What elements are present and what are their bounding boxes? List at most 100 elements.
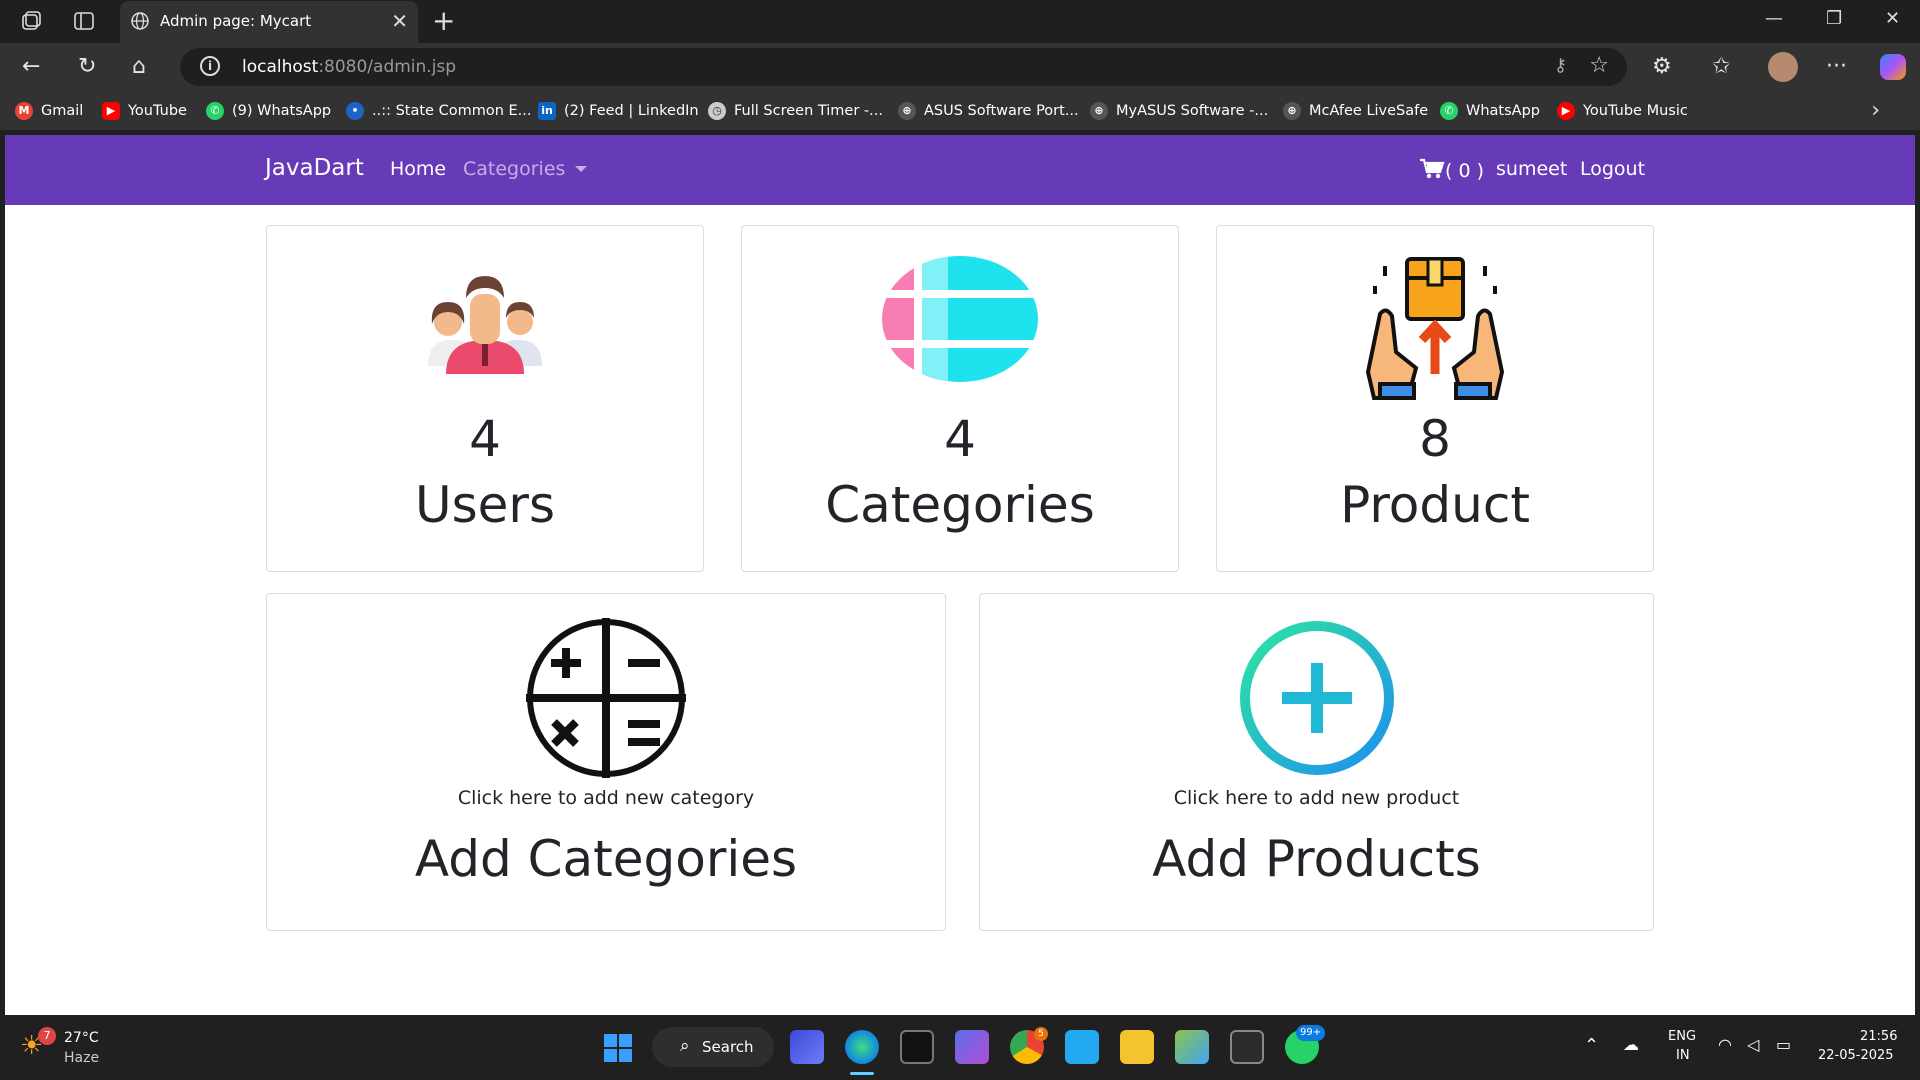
- favorites-icon[interactable]: ✩: [1712, 54, 1730, 79]
- wifi-icon[interactable]: ◠: [1718, 1035, 1732, 1054]
- weather-temp: 27°C: [64, 1030, 99, 1046]
- site-navbar: JavaDart Home Categories ( 0 ) sumeet Lo…: [5, 135, 1915, 205]
- categories-label: Categories: [825, 476, 1095, 534]
- file-explorer-icon[interactable]: [1120, 1030, 1154, 1064]
- bookmark-whatsapp-2[interactable]: ✆ WhatsApp: [1440, 102, 1540, 120]
- copilot-app-icon[interactable]: [955, 1030, 989, 1064]
- bookmarks-bar: M Gmail ▶ YouTube ✆ (9) WhatsApp •..:: Stat…: [0, 92, 1920, 130]
- add-products-card[interactable]: Click here to add new product Add Produc…: [979, 593, 1654, 931]
- nav-logout[interactable]: Logout: [1580, 158, 1645, 180]
- windows-taskbar: ☀ 7 27°C Haze ⌕ Search 5 99+ ⌃ ☁ ENG IN …: [0, 1015, 1920, 1080]
- minimize-icon[interactable]: —: [1765, 8, 1783, 29]
- caret-down-icon: [575, 166, 588, 172]
- users-icon: [428, 257, 542, 374]
- search-icon: ⌕: [680, 1036, 690, 1056]
- youtube-icon: ▶: [102, 102, 120, 120]
- edge-browser-icon[interactable]: [845, 1030, 879, 1064]
- back-icon[interactable]: ←: [22, 54, 40, 79]
- nav-username[interactable]: sumeet: [1496, 158, 1567, 180]
- add-plus-circle-icon: [1239, 621, 1394, 775]
- add-category-hint: Click here to add new category: [457, 787, 755, 809]
- add-categories-label: Add Categories: [414, 830, 798, 888]
- cart-icon: [1420, 158, 1445, 179]
- volume-icon[interactable]: ◁: [1747, 1035, 1759, 1054]
- clock-date[interactable]: 22-05-2025: [1818, 1048, 1894, 1063]
- favorite-star-icon[interactable]: ☆: [1589, 53, 1609, 78]
- battery-icon[interactable]: ▭: [1776, 1035, 1791, 1054]
- browser-titlebar: Admin page: Mycart ✕ + — ❐ ✕: [0, 0, 1920, 43]
- weather-badge: 7: [38, 1027, 56, 1045]
- state-common-icon: •: [346, 102, 364, 120]
- bookmark-state-common[interactable]: •..:: State Common E...: [346, 102, 532, 120]
- weather-widget[interactable]: ☀ 7: [20, 1027, 56, 1065]
- nav-cart[interactable]: ( 0 ): [1419, 158, 1484, 182]
- new-tab-icon[interactable]: +: [432, 4, 455, 37]
- command-prompt-icon[interactable]: [1230, 1030, 1264, 1064]
- active-indicator: [850, 1072, 874, 1075]
- restore-icon[interactable]: ❐: [1826, 8, 1842, 29]
- chevron-up-icon[interactable]: ⌃: [1584, 1035, 1599, 1056]
- chevron-right-icon[interactable]: ›: [1871, 98, 1880, 123]
- whatsapp-badge: 99+: [1296, 1025, 1326, 1041]
- site-info-icon[interactable]: i: [200, 56, 220, 76]
- users-count: 4: [469, 410, 501, 468]
- globe-icon: [131, 12, 149, 30]
- refresh-icon[interactable]: ↻: [78, 54, 96, 79]
- language-top[interactable]: ENG: [1668, 1029, 1696, 1044]
- tab-active[interactable]: Admin page: Mycart ✕: [120, 1, 418, 43]
- terminal-window-icon[interactable]: [900, 1030, 934, 1064]
- categories-list-icon: [882, 256, 1038, 382]
- bookmark-youtube-music[interactable]: ▶ YouTube Music: [1557, 102, 1688, 120]
- taskbar-search[interactable]: ⌕ Search: [652, 1027, 774, 1067]
- add-products-label: Add Products: [1152, 830, 1481, 888]
- language-bottom[interactable]: IN: [1676, 1048, 1690, 1063]
- bookmark-linkedin[interactable]: in (2) Feed | LinkedIn: [538, 102, 699, 120]
- copilot-icon[interactable]: [1880, 54, 1906, 80]
- tab-actions-icon[interactable]: [73, 10, 95, 32]
- bookmark-myasus[interactable]: ⊕ MyASUS Software -...: [1090, 102, 1268, 120]
- linkedin-icon: in: [538, 102, 556, 120]
- password-key-icon[interactable]: ⚷: [1554, 55, 1567, 76]
- address-bar[interactable]: i localhost:8080/admin.jsp ⚷ ☆: [180, 48, 1627, 86]
- url-text[interactable]: localhost:8080/admin.jsp: [242, 57, 456, 77]
- bookmark-mcafee[interactable]: ⊕ McAfee LiveSafe: [1283, 102, 1428, 120]
- nav-home[interactable]: Home: [390, 158, 446, 180]
- more-menu-icon[interactable]: ···: [1826, 54, 1847, 79]
- product-delivery-icon: [1365, 257, 1505, 400]
- gmail-icon: M: [15, 102, 33, 120]
- timer-icon: ◷: [708, 102, 726, 120]
- browser-toolbar: ← ↻ ⌂ i localhost:8080/admin.jsp ⚷ ☆ ⚙ ✩…: [0, 43, 1920, 92]
- globe-icon: ⊕: [1090, 102, 1108, 120]
- products-count: 8: [1419, 410, 1451, 468]
- categories-count: 4: [944, 410, 976, 468]
- nav-categories-dropdown[interactable]: Categories: [463, 158, 588, 180]
- add-categories-card[interactable]: Click here to add new category Add Categ…: [266, 593, 946, 931]
- bookmark-whatsapp[interactable]: ✆ (9) WhatsApp: [206, 102, 331, 120]
- app-icon[interactable]: [790, 1030, 824, 1064]
- users-label: Users: [414, 476, 555, 534]
- globe-icon: ⊕: [1283, 102, 1301, 120]
- whatsapp-icon: ✆: [206, 102, 224, 120]
- bookmark-youtube[interactable]: ▶ YouTube: [102, 102, 187, 120]
- close-window-icon[interactable]: ✕: [1885, 8, 1900, 29]
- workspaces-icon[interactable]: [20, 10, 42, 32]
- page-viewport: JavaDart Home Categories ( 0 ) sumeet Lo…: [5, 135, 1915, 1015]
- vscode-icon[interactable]: [1065, 1030, 1099, 1064]
- home-icon[interactable]: ⌂: [132, 54, 146, 79]
- bookmark-asus-portal[interactable]: ⊕ ASUS Software Port...: [898, 102, 1079, 120]
- categories-card[interactable]: 4 Categories: [741, 225, 1179, 572]
- globe-icon: ⊕: [898, 102, 916, 120]
- profile-avatar[interactable]: [1768, 52, 1798, 82]
- product-card[interactable]: 8 Product: [1216, 225, 1654, 572]
- products-label: Product: [1340, 476, 1530, 534]
- users-card[interactable]: 4 Users: [266, 225, 704, 572]
- close-tab-icon[interactable]: ✕: [391, 9, 408, 33]
- windows-start-icon[interactable]: [603, 1033, 633, 1063]
- onedrive-icon[interactable]: ☁: [1623, 1035, 1639, 1054]
- extensions-icon[interactable]: ⚙: [1652, 54, 1672, 79]
- app-cube-icon[interactable]: [1175, 1030, 1209, 1064]
- clock-time[interactable]: 21:56: [1860, 1029, 1897, 1044]
- bookmark-gmail[interactable]: M Gmail: [15, 102, 83, 120]
- brand-link[interactable]: JavaDart: [265, 155, 364, 181]
- bookmark-timer[interactable]: ◷ Full Screen Timer -...: [708, 102, 883, 120]
